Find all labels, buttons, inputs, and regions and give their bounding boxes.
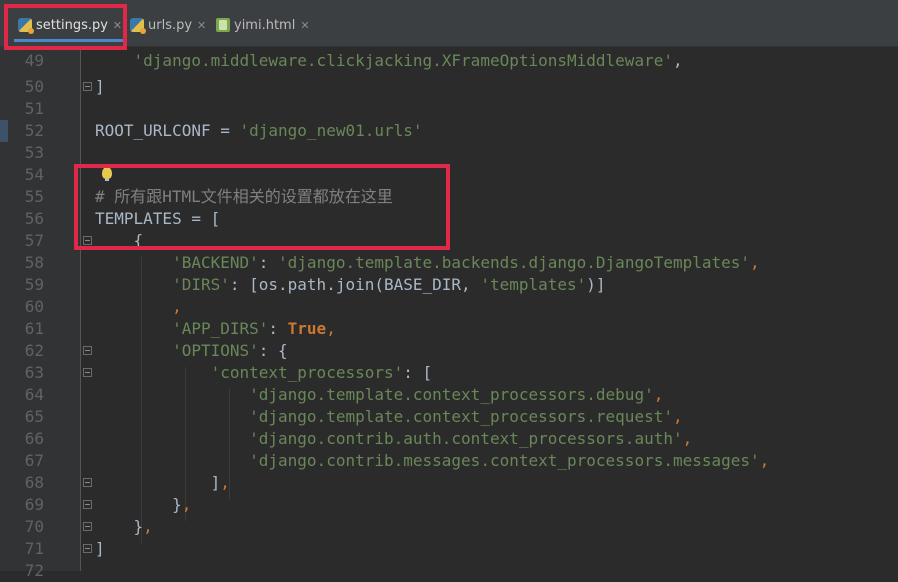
fold-icon[interactable] [83, 346, 92, 355]
lightbulb-icon[interactable] [102, 167, 112, 181]
editor-tab-bar: settings.py ✕ urls.py ✕ yimi.html ✕ [0, 0, 898, 47]
line-number: 68 [24, 473, 44, 492]
line-number: 72 [24, 561, 44, 580]
fold-icon[interactable] [83, 236, 92, 245]
code-text: 'DIRS': [os.path.join(BASE_DIR, 'templat… [172, 275, 606, 294]
code-line[interactable]: 60 , [0, 296, 898, 318]
close-icon[interactable]: ✕ [113, 19, 122, 32]
code-text: ROOT_URLCONF = 'django_new01.urls' [95, 121, 423, 140]
code-text: 'django.template.context_processors.requ… [249, 407, 683, 426]
tab-label: settings.py [36, 17, 108, 33]
code-line[interactable]: 52 ROOT_URLCONF = 'django_new01.urls' [0, 120, 898, 142]
line-number: 70 [24, 517, 44, 536]
code-text: 'OPTIONS': { [172, 341, 288, 360]
code-text: 'APP_DIRS': True, [172, 319, 336, 338]
line-number: 56 [24, 209, 44, 228]
code-line[interactable]: 53 [0, 142, 898, 164]
code-line[interactable]: 71 ] [0, 538, 898, 560]
code-text: }, [95, 495, 192, 514]
html-file-icon [216, 18, 230, 32]
line-number: 60 [24, 297, 44, 316]
code-text: ] [95, 77, 105, 96]
fold-end-icon[interactable] [83, 544, 92, 553]
close-icon[interactable]: ✕ [300, 19, 309, 32]
code-line[interactable]: 50 ] [0, 76, 898, 98]
code-text: ] [95, 539, 105, 558]
code-line[interactable]: 63 'context_processors': [ [0, 362, 898, 384]
code-line[interactable]: 64 'django.template.context_processors.d… [0, 384, 898, 406]
code-line[interactable]: 49 'django.middleware.clickjacking.XFram… [0, 50, 898, 72]
fold-end-icon[interactable] [83, 478, 92, 487]
code-line[interactable]: 65 'django.template.context_processors.r… [0, 406, 898, 428]
line-number: 53 [24, 143, 44, 162]
line-number: 69 [24, 495, 44, 514]
code-text: }, [95, 517, 153, 536]
line-number: 52 [24, 121, 44, 140]
tab-urls-py[interactable]: urls.py ✕ [130, 12, 206, 38]
code-text: { [95, 231, 144, 250]
code-line[interactable]: 61 'APP_DIRS': True, [0, 318, 898, 340]
close-icon[interactable]: ✕ [197, 19, 206, 32]
line-number: 64 [24, 385, 44, 404]
line-number: 49 [24, 51, 44, 70]
code-text: TEMPLATES = [ [95, 209, 221, 228]
code-line[interactable]: 68 ], [0, 472, 898, 494]
line-number: 59 [24, 275, 44, 294]
code-line[interactable]: 57 { [0, 230, 898, 252]
line-number: 71 [24, 539, 44, 558]
fold-end-icon[interactable] [83, 82, 92, 91]
line-number: 51 [24, 99, 44, 118]
code-line[interactable]: 51 [0, 98, 898, 120]
line-number: 57 [24, 231, 44, 250]
line-number: 58 [24, 253, 44, 272]
fold-end-icon[interactable] [83, 500, 92, 509]
line-number: 67 [24, 451, 44, 470]
code-line[interactable]: 58 'BACKEND': 'django.template.backends.… [0, 252, 898, 274]
code-text: 'BACKEND': 'django.template.backends.dja… [172, 253, 760, 272]
fold-end-icon[interactable] [83, 522, 92, 531]
line-number: 50 [24, 77, 44, 96]
line-number: 62 [24, 341, 44, 360]
code-text: 'django.template.context_processors.debu… [249, 385, 664, 404]
code-line[interactable]: 54 [0, 164, 898, 186]
code-comment: # 所有跟HTML文件相关的设置都放在这里 [95, 187, 393, 206]
code-text: 'django.middleware.clickjacking.XFrameOp… [133, 51, 683, 70]
line-number: 61 [24, 319, 44, 338]
tab-yimi-html[interactable]: yimi.html ✕ [216, 12, 310, 38]
line-number: 55 [24, 187, 44, 206]
code-line[interactable]: 62 'OPTIONS': { [0, 340, 898, 362]
code-text: , [95, 297, 182, 316]
code-line[interactable]: 55 # 所有跟HTML文件相关的设置都放在这里 [0, 186, 898, 208]
line-number: 63 [24, 363, 44, 382]
code-line[interactable]: 69 }, [0, 494, 898, 516]
code-editor[interactable]: 49 'django.middleware.clickjacking.XFram… [0, 47, 898, 580]
line-number: 54 [24, 165, 44, 184]
code-line[interactable]: 67 'django.contrib.messages.context_proc… [0, 450, 898, 472]
code-line[interactable]: 70 }, [0, 516, 898, 538]
line-number: 65 [24, 407, 44, 426]
code-line[interactable]: 56 TEMPLATES = [ [0, 208, 898, 230]
code-line[interactable]: 59 'DIRS': [os.path.join(BASE_DIR, 'temp… [0, 274, 898, 296]
active-tab-indicator [14, 39, 127, 42]
code-text: 'django.contrib.messages.context_process… [249, 451, 770, 470]
fold-icon[interactable] [83, 368, 92, 377]
line-number: 66 [24, 429, 44, 448]
tab-label: urls.py [148, 17, 193, 33]
code-text: 'context_processors': [ [210, 363, 433, 382]
code-line[interactable]: 66 'django.contrib.auth.context_processo… [0, 428, 898, 450]
python-file-icon [130, 18, 146, 34]
tab-settings-py[interactable]: settings.py ✕ [14, 12, 127, 42]
code-text: 'django.contrib.auth.context_processors.… [249, 429, 693, 448]
python-file-icon [18, 18, 34, 34]
tab-label: yimi.html [234, 17, 296, 33]
code-text: ], [95, 473, 230, 492]
code-line[interactable]: 72 [0, 560, 898, 582]
